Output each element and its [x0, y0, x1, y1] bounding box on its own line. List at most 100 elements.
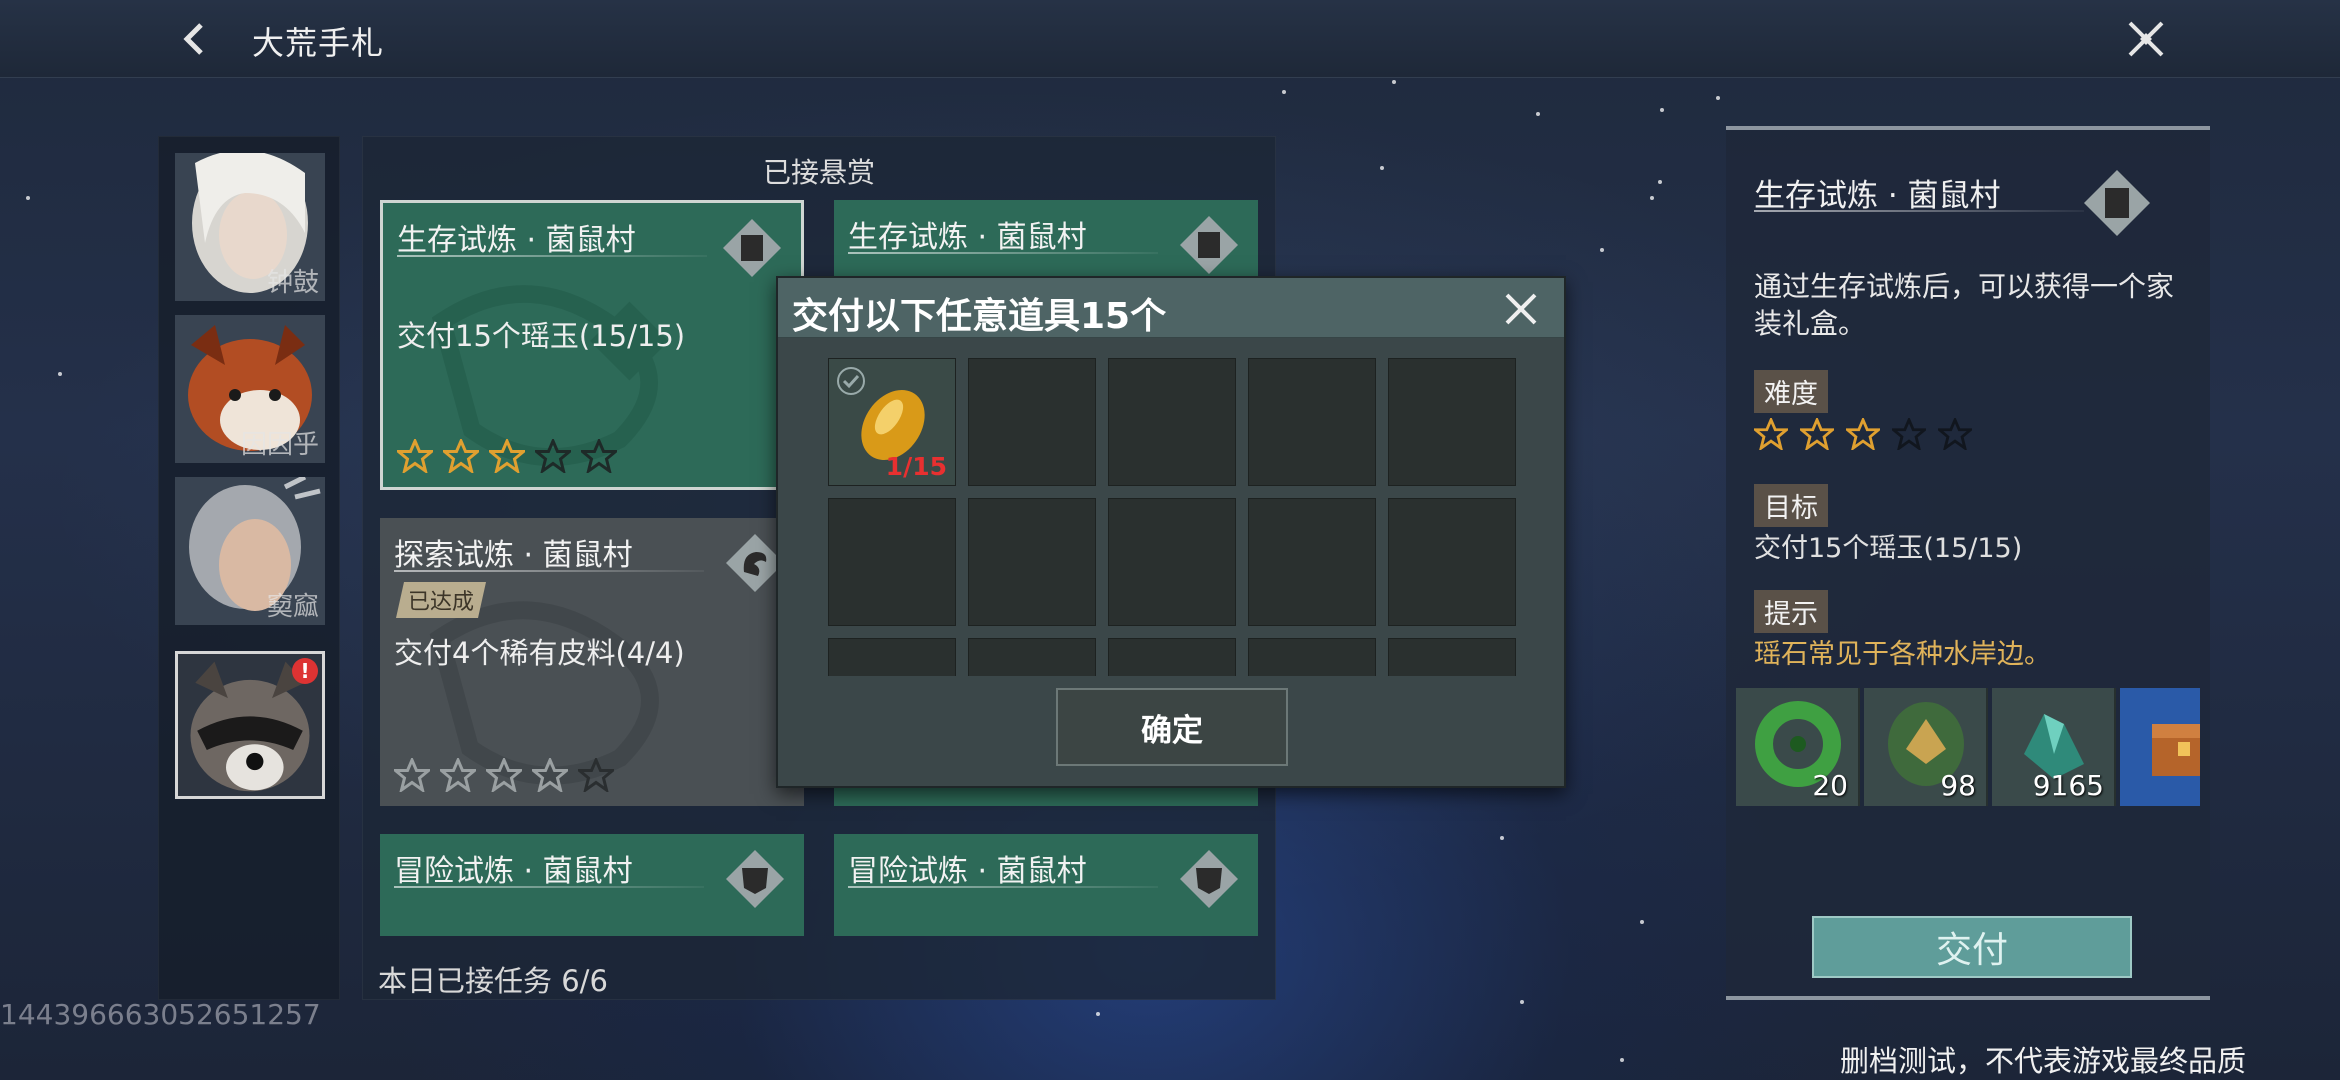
star-filled-icon [440, 758, 476, 792]
reward-list: 20 98 9165 [1736, 688, 2200, 806]
chest-icon [2152, 724, 2200, 776]
dialog-header: 交付以下任意道具15个 [778, 278, 1564, 338]
task-card-3[interactable]: 探索试炼 · 菌鼠村 已达成 交付4个稀有皮料(4/4) [380, 518, 804, 806]
reward-item[interactable]: 9165 [1992, 688, 2116, 806]
item-slot-jade[interactable]: 1/15 [828, 358, 956, 486]
reward-item[interactable]: 98 [1864, 688, 1988, 806]
reward-count: 98 [1940, 769, 1976, 802]
confirm-button[interactable]: 确定 [1056, 688, 1288, 766]
difficulty-stars [1754, 418, 1972, 450]
target-label: 目标 [1754, 484, 1828, 527]
mask-icon [1180, 850, 1238, 908]
star-filled-icon [394, 758, 430, 792]
item-slot-empty[interactable] [828, 498, 956, 626]
character-portrait-2[interactable]: 因因乎 [175, 315, 325, 463]
item-slot-empty[interactable] [968, 498, 1096, 626]
character-portrait-1[interactable]: 钟鼓 [175, 153, 325, 301]
completed-badge: 已达成 [396, 582, 486, 618]
card-title: 生存试炼 · 菌鼠村 [848, 220, 1087, 255]
target-text: 交付15个瑶玉(15/15) [1754, 533, 2023, 564]
card-divider [394, 886, 704, 888]
top-bar: 大荒手札 [0, 0, 2340, 78]
detail-divider [1754, 210, 2084, 212]
close-icon [2128, 21, 2164, 57]
reward-count: 9165 [2032, 769, 2104, 802]
card-divider [394, 570, 704, 572]
item-slot-empty[interactable] [968, 358, 1096, 486]
back-button[interactable] [160, 10, 230, 68]
star-empty-icon [535, 439, 571, 473]
card-title: 冒险试炼 · 菌鼠村 [394, 854, 633, 889]
star-filled-icon [397, 439, 433, 473]
item-slot-empty[interactable] [1388, 358, 1516, 486]
dialog-close-button[interactable] [1496, 284, 1546, 334]
submit-item-dialog: 交付以下任意道具15个 1/15 确定 [776, 276, 1566, 788]
alert-badge: ! [292, 658, 318, 684]
detail-description: 通过生存试炼后，可以获得一个家装礼盒。 [1754, 270, 2175, 340]
character-portrait-3[interactable]: 窫窳 [175, 477, 325, 625]
item-grid: 1/15 [828, 358, 1522, 676]
card-title: 生存试炼 · 菌鼠村 [397, 223, 636, 258]
difficulty-stars [397, 439, 617, 473]
item-slot-empty[interactable] [1248, 638, 1376, 676]
star-filled-icon [532, 758, 568, 792]
card-divider [848, 252, 1158, 254]
star-filled-icon [1754, 418, 1788, 450]
mask-icon [726, 850, 784, 908]
hint-label: 提示 [1754, 590, 1828, 633]
star-filled-icon [443, 439, 479, 473]
reward-item[interactable]: 20 [1736, 688, 1860, 806]
star-filled-icon [489, 439, 525, 473]
task-detail-panel: 生存试炼 · 菌鼠村 通过生存试炼后，可以获得一个家装礼盒。 难度 目标 交付1… [1726, 126, 2210, 1000]
daily-task-count: 本日已接任务 6/6 [378, 964, 608, 998]
close-button[interactable] [2110, 8, 2182, 70]
item-slot-empty[interactable] [828, 638, 956, 676]
disclaimer-text: 删档测试，不代表游戏最终品质 [1840, 1044, 2247, 1078]
character-list: 钟鼓 因因乎 窫窳 ! [158, 136, 340, 1000]
item-slot-empty[interactable] [1388, 498, 1516, 626]
card-divider [397, 255, 707, 257]
reward-count: 20 [1812, 769, 1848, 802]
item-slot-empty[interactable] [968, 638, 1096, 676]
difficulty-stars [394, 758, 614, 792]
star-empty-icon [578, 758, 614, 792]
star-filled-icon [486, 758, 522, 792]
item-slot-empty[interactable] [1248, 358, 1376, 486]
book-icon [723, 219, 781, 277]
panel-title: 已接悬赏 [762, 156, 875, 189]
star-filled-icon [1846, 418, 1880, 450]
submit-button[interactable]: 交付 [1812, 916, 2132, 978]
user-id: 14439666305265125​7 [0, 998, 321, 1031]
detail-title: 生存试炼 · 菌鼠村 [1754, 178, 2001, 214]
page-title: 大荒手札 [252, 24, 385, 62]
character-name: 因因乎 [240, 430, 319, 460]
star-empty-icon [1938, 418, 1972, 450]
card-title: 探索试炼 · 菌鼠村 [394, 538, 633, 573]
item-slot-empty[interactable] [1248, 498, 1376, 626]
card-title: 冒险试炼 · 菌鼠村 [848, 854, 1087, 889]
card-divider [848, 886, 1158, 888]
item-slot-empty[interactable] [1388, 638, 1516, 676]
item-count: 1/15 [885, 452, 947, 481]
star-empty-icon [581, 439, 617, 473]
close-icon [1505, 293, 1537, 325]
book-icon [2084, 170, 2150, 236]
reward-item[interactable] [2120, 688, 2200, 806]
difficulty-label: 难度 [1754, 370, 1828, 413]
star-empty-icon [1892, 418, 1926, 450]
chevron-left-icon [183, 23, 203, 55]
dialog-title: 交付以下任意道具15个 [792, 296, 1167, 337]
item-slot-empty[interactable] [1108, 498, 1236, 626]
task-card-1[interactable]: 生存试炼 · 菌鼠村 交付15个瑶玉(15/15) [380, 200, 804, 490]
item-slot-empty[interactable] [1108, 638, 1236, 676]
card-description: 交付4个稀有皮料(4/4) [394, 636, 685, 670]
item-slot-empty[interactable] [1108, 358, 1236, 486]
book-icon [1180, 216, 1238, 274]
character-name: 钟鼓 [266, 268, 319, 298]
character-portrait-4[interactable]: ! [175, 651, 325, 799]
character-name: 窫窳 [266, 592, 319, 622]
task-card-5[interactable]: 冒险试炼 · 菌鼠村 [380, 834, 804, 936]
task-card-6[interactable]: 冒险试炼 · 菌鼠村 [834, 834, 1258, 936]
star-filled-icon [1800, 418, 1834, 450]
hint-text: 瑶石常见于各种水岸边。 [1754, 639, 2051, 670]
